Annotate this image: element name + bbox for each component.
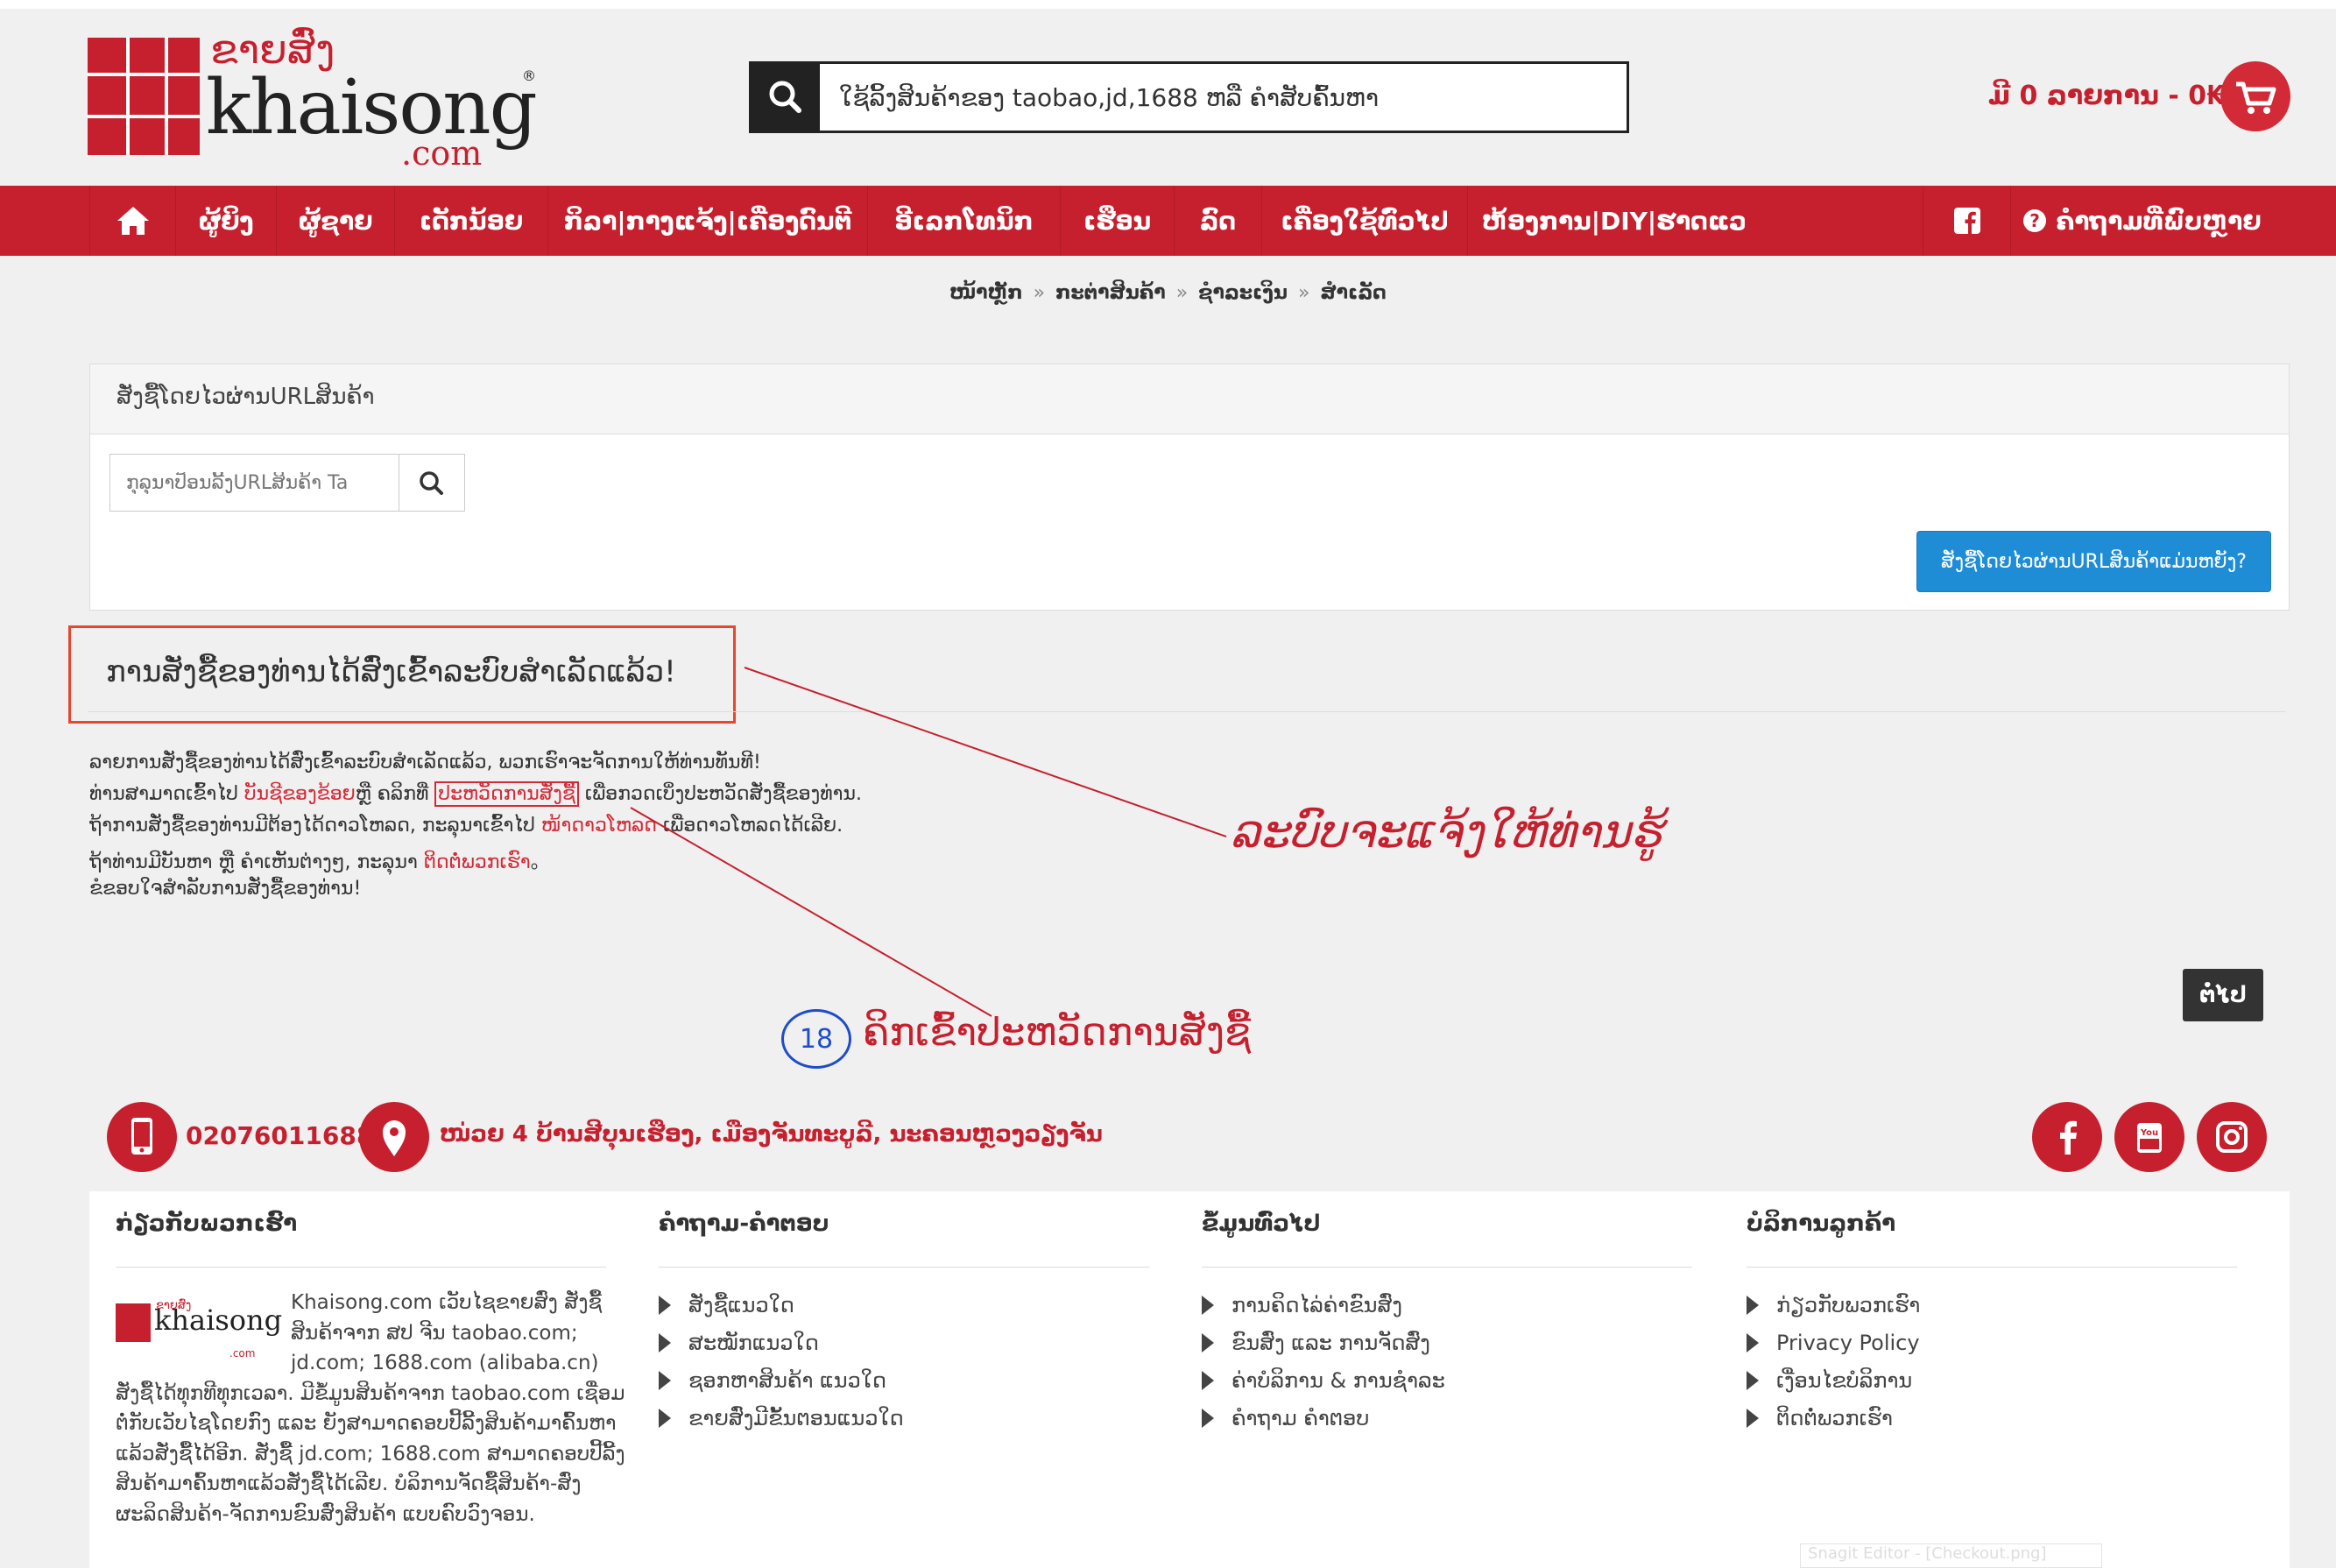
footer-link-label: ຄ່າບໍລິການ & ການຊຳລະ xyxy=(1232,1367,1445,1393)
footer-link[interactable]: ຂາຍສົ່ງມີຂັ້ນຕອນແນວໃດ xyxy=(659,1399,904,1437)
divider xyxy=(659,1267,1149,1268)
footer-about-heading: ກ່ຽວກັບພວກເຮົາ xyxy=(116,1211,298,1237)
footer-general-links: ການຄິດໄລ່ຄ່າຂົນສົ່ງ ຂົນສົ່ງ ແລະ ການຈັດສົ… xyxy=(1202,1286,1445,1437)
divider xyxy=(1202,1267,1692,1268)
footer-link-label: ຕິດຕໍ່ພວກເຮົາ xyxy=(1776,1405,1893,1430)
footer-link-label: ຂາຍສົ່ງມີຂັ້ນຕອນແນວໃດ xyxy=(688,1405,904,1430)
footer-link-label: ສັ່ງຊື້ແນວໃດ xyxy=(688,1292,794,1317)
annotation-step-number: 18 xyxy=(781,1009,851,1069)
footer-link-label: ສະໝັກແນວໃດ xyxy=(688,1330,819,1355)
divider xyxy=(116,1267,606,1268)
phone-badge xyxy=(107,1102,177,1172)
svg-text:You: You xyxy=(2140,1128,2158,1138)
footer-link[interactable]: ຂົນສົ່ງ ແລະ ການຈັດສົ່ງ xyxy=(1202,1324,1445,1361)
footer: ກ່ຽວກັບພວກເຮົາ ຂາຍສົ່ງ khaisong .com Kha… xyxy=(89,1191,2290,1568)
contact-phone: 02076011688 xyxy=(186,1121,374,1150)
divider xyxy=(1747,1267,2237,1268)
triangle-right-icon xyxy=(659,1332,671,1353)
snagit-window-tab: Snagit Editor - [Checkout.png] xyxy=(1800,1543,2102,1568)
facebook-icon xyxy=(2060,1120,2077,1155)
footer-logo: ຂາຍສົ່ງ khaisong .com xyxy=(116,1298,282,1368)
next-button[interactable]: ຕໍ່ໄປ xyxy=(2183,969,2263,1021)
triangle-right-icon xyxy=(1202,1332,1214,1353)
contact-address: ໜ່ວຍ 4 ບ້ານສີບຸນເຮືອງ, ເມືອງຈັນທະບູລີ, ນ… xyxy=(440,1121,1103,1148)
footer-link[interactable]: Privacy Policy xyxy=(1747,1324,1920,1361)
footer-link-label: ຂົນສົ່ງ ແລະ ການຈັດສົ່ງ xyxy=(1232,1330,1430,1355)
logo-name: khaisong xyxy=(154,1303,283,1337)
footer-link-label: ກ່ຽວກັບພວກເຮົາ xyxy=(1776,1292,1921,1317)
triangle-right-icon xyxy=(1202,1408,1214,1428)
instagram-icon xyxy=(2216,1121,2248,1153)
instagram-social-button[interactable] xyxy=(2197,1102,2267,1172)
location-icon xyxy=(383,1120,406,1156)
footer-link-label: Privacy Policy xyxy=(1776,1330,1920,1355)
footer-link[interactable]: ສະໝັກແນວໃດ xyxy=(659,1324,904,1361)
footer-link-label: ຊອກຫາສິນຄ້າ ແນວໃດ xyxy=(688,1367,886,1393)
footer-link[interactable]: ການຄິດໄລ່ຄ່າຂົນສົ່ງ xyxy=(1202,1286,1445,1324)
footer-link-label: ການຄິດໄລ່ຄ່າຂົນສົ່ງ xyxy=(1232,1292,1402,1317)
triangle-right-icon xyxy=(1747,1332,1759,1353)
triangle-right-icon xyxy=(1747,1408,1759,1428)
footer-faq-heading: ຄຳຖາມ-ຄຳຕອບ xyxy=(659,1211,829,1237)
logo-suffix: .com xyxy=(229,1347,256,1360)
triangle-right-icon xyxy=(1202,1295,1214,1315)
annotation-system-notify: ລະບົບຈະແຈ້ງໃຫ້ທ່ານຮູ້ xyxy=(1231,806,1662,858)
footer-service-links: ກ່ຽວກັບພວກເຮົາ Privacy Policy ເງື່ອນໄຂບໍ… xyxy=(1747,1286,1920,1437)
footer-link[interactable]: ຄຳຖາມ ຄຳຕອບ xyxy=(1202,1399,1445,1437)
triangle-right-icon xyxy=(1747,1370,1759,1390)
youtube-social-button[interactable]: You xyxy=(2114,1102,2184,1172)
facebook-social-button[interactable] xyxy=(2032,1102,2102,1172)
triangle-right-icon xyxy=(659,1408,671,1428)
footer-link[interactable]: ເງື່ອນໄຂບໍລິການ xyxy=(1747,1361,1920,1399)
triangle-right-icon xyxy=(659,1370,671,1390)
footer-general-heading: ຂໍ້ມູນທົ່ວໄປ xyxy=(1202,1211,1321,1237)
footer-link[interactable]: ສັ່ງຊື້ແນວໃດ xyxy=(659,1286,904,1324)
footer-link[interactable]: ກ່ຽວກັບພວກເຮົາ xyxy=(1747,1286,1920,1324)
phone-icon xyxy=(131,1118,152,1155)
triangle-right-icon xyxy=(659,1295,671,1315)
triangle-right-icon xyxy=(1747,1295,1759,1315)
footer-link-label: ເງື່ອນໄຂບໍລິການ xyxy=(1776,1367,1913,1393)
footer-about-block: ຂາຍສົ່ງ khaisong .com Khaisong.com ເວັບໄ… xyxy=(116,1288,628,1529)
logo-mark xyxy=(116,1303,151,1342)
footer-link[interactable]: ຕິດຕໍ່ພວກເຮົາ xyxy=(1747,1399,1920,1437)
triangle-right-icon xyxy=(1202,1370,1214,1390)
location-badge xyxy=(359,1102,429,1172)
footer-link[interactable]: ຊອກຫາສິນຄ້າ ແນວໃດ xyxy=(659,1361,904,1399)
footer-faq-links: ສັ່ງຊື້ແນວໃດ ສະໝັກແນວໃດ ຊອກຫາສິນຄ້າ ແນວໃ… xyxy=(659,1286,904,1437)
annotation-click-history: ຄິກເຂົ້າປະຫວັດການສັ່ງຊື້ xyxy=(863,1010,1252,1055)
footer-link[interactable]: ຄ່າບໍລິການ & ການຊຳລະ xyxy=(1202,1361,1445,1399)
footer-service-heading: ບໍລິການລູກຄ້າ xyxy=(1747,1211,1896,1237)
footer-link-label: ຄຳຖາມ ຄຳຕອບ xyxy=(1232,1405,1370,1430)
youtube-icon: You xyxy=(2137,1123,2162,1153)
